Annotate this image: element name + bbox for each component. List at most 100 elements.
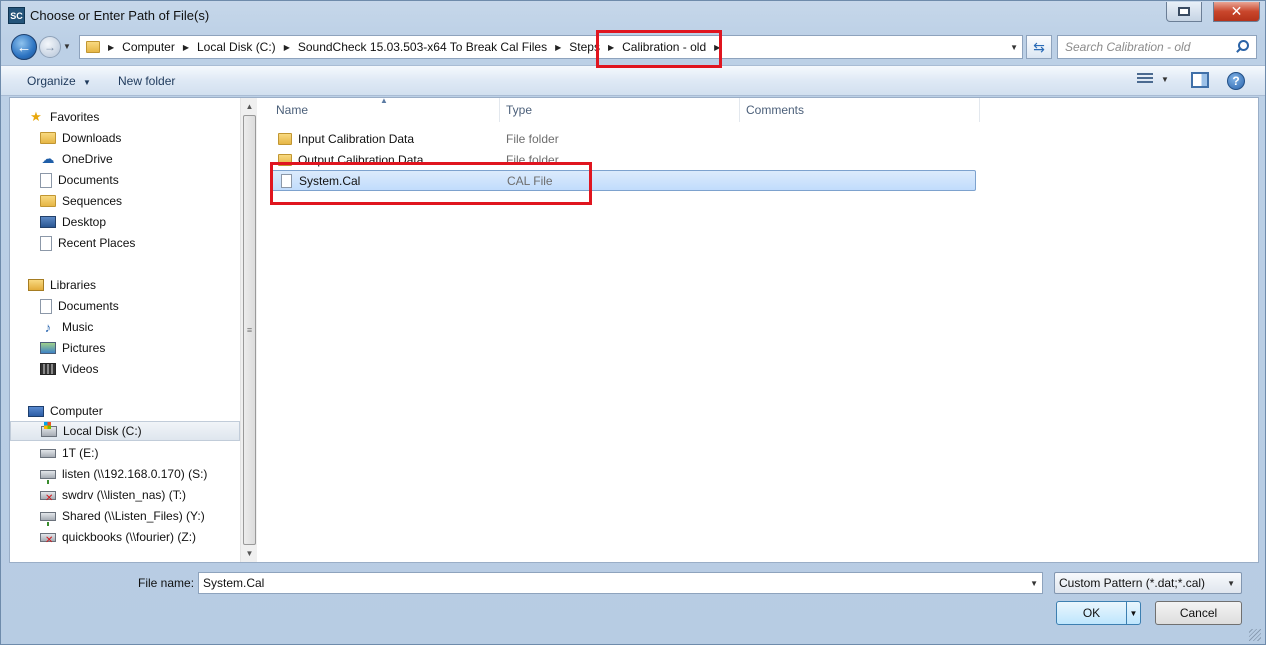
library-icon — [28, 279, 44, 291]
nav-item-desktop[interactable]: Desktop — [10, 212, 240, 232]
address-dropdown-icon[interactable]: ▼ — [1010, 43, 1018, 52]
chevron-right-icon[interactable]: ▶ — [108, 43, 114, 52]
nav-label: Pictures — [62, 341, 106, 355]
file-dialog-window: SC Choose or Enter Path of File(s) ✕ ← →… — [0, 0, 1266, 645]
nav-item-videos[interactable]: Videos — [10, 359, 240, 379]
refresh-icon: ⇆ — [1033, 38, 1045, 55]
window-title: Choose or Enter Path of File(s) — [30, 8, 210, 23]
disconnected-drive-icon — [40, 532, 56, 546]
nav-label: Downloads — [62, 131, 122, 145]
file-row-input-calibration-data[interactable]: Input Calibration Data File folder — [270, 128, 976, 149]
nav-label: Computer — [50, 404, 103, 418]
column-header-name[interactable]: Name ▲ — [260, 96, 500, 122]
document-icon — [40, 298, 52, 314]
recent-places-icon — [40, 235, 52, 251]
recent-locations-button[interactable]: ▼ — [63, 42, 71, 51]
view-options-icon[interactable] — [1137, 73, 1153, 87]
nav-item-lib-documents[interactable]: Documents — [10, 296, 240, 316]
sort-ascending-icon: ▲ — [380, 96, 388, 105]
organize-button[interactable]: Organize ▼ — [27, 74, 91, 88]
close-icon: ✕ — [1230, 3, 1243, 19]
drive-icon — [40, 448, 56, 458]
annotation-highlight-file — [270, 162, 592, 205]
new-folder-button[interactable]: New folder — [118, 74, 175, 88]
column-header-type[interactable]: Type — [500, 98, 740, 122]
nav-libraries[interactable]: Libraries — [10, 275, 240, 295]
organize-label: Organize — [27, 74, 76, 88]
search-icon[interactable] — [1234, 38, 1252, 56]
column-label: Name — [276, 103, 309, 117]
nav-item-documents[interactable]: Documents — [10, 170, 240, 190]
restore-icon — [1178, 7, 1190, 16]
file-name-value: System.Cal — [203, 576, 265, 590]
main-pane: ★ Favorites Downloads ☁ OneDrive Documen… — [9, 96, 1259, 563]
nav-label: Libraries — [50, 278, 97, 292]
chevron-right-icon[interactable]: ▶ — [183, 43, 189, 52]
breadcrumb-local-disk[interactable]: Local Disk (C:) — [197, 40, 276, 54]
forward-button[interactable]: → — [39, 36, 61, 58]
file-name-dropdown-icon[interactable]: ▼ — [1030, 579, 1038, 588]
column-header-comments[interactable]: Comments — [740, 98, 980, 122]
video-icon — [40, 363, 56, 375]
ok-split-dropdown-icon[interactable]: ▼ — [1126, 602, 1140, 624]
scroll-down-icon[interactable]: ▼ — [241, 545, 258, 562]
command-bar: Organize ▼ New folder ▼ ? — [1, 65, 1265, 96]
document-icon — [40, 172, 52, 188]
preview-pane-icon[interactable] — [1191, 72, 1209, 88]
downloads-folder-icon — [40, 132, 56, 144]
nav-item-swdrv-t[interactable]: swdrv (\\listen_nas) (T:) — [10, 485, 240, 505]
refresh-button[interactable]: ⇆ — [1026, 35, 1052, 59]
pictures-icon — [40, 342, 56, 354]
music-icon: ♪ — [44, 319, 52, 335]
nav-item-pictures[interactable]: Pictures — [10, 338, 240, 358]
back-button[interactable]: ← — [11, 34, 37, 60]
folder-icon — [278, 132, 292, 145]
chevron-right-icon[interactable]: ▶ — [555, 43, 561, 52]
breadcrumb-computer[interactable]: Computer — [122, 40, 175, 54]
column-label: Type — [506, 103, 533, 117]
nav-label: Desktop — [62, 215, 107, 229]
nav-item-listen-s[interactable]: listen (\\192.168.0.170) (S:) — [10, 464, 240, 484]
nav-label: Sequences — [62, 194, 123, 208]
nav-label: Favorites — [50, 110, 100, 124]
help-icon[interactable]: ? — [1227, 72, 1245, 90]
filter-value: Custom Pattern (*.dat;*.cal) — [1059, 576, 1206, 590]
search-input[interactable]: Search Calibration - old — [1065, 40, 1234, 54]
nav-label: swdrv (\\listen_nas) (T:) — [62, 488, 187, 502]
restore-button[interactable] — [1166, 2, 1202, 22]
scroll-up-icon[interactable]: ▲ — [241, 98, 258, 115]
nav-item-shared-y[interactable]: Shared (\\Listen_Files) (Y:) — [10, 506, 240, 526]
nav-item-1t-e[interactable]: 1T (E:) — [10, 443, 240, 463]
nav-item-downloads[interactable]: Downloads — [10, 128, 240, 148]
star-icon: ★ — [30, 109, 42, 124]
resize-grip-icon[interactable] — [1249, 629, 1261, 641]
nav-computer[interactable]: Computer — [10, 401, 240, 421]
nav-scrollbar[interactable]: ▲ ≡ ▼ — [240, 98, 257, 562]
cancel-button[interactable]: Cancel — [1155, 601, 1242, 625]
nav-item-onedrive[interactable]: ☁ OneDrive — [10, 149, 240, 169]
scroll-thumb[interactable]: ≡ — [243, 115, 256, 545]
search-box[interactable]: Search Calibration - old — [1057, 35, 1257, 59]
folder-icon — [40, 195, 56, 207]
nav-item-quickbooks-z[interactable]: quickbooks (\\fourier) (Z:) — [10, 527, 240, 547]
nav-item-sequences[interactable]: Sequences — [10, 191, 240, 211]
computer-icon — [28, 405, 44, 417]
chevron-right-icon[interactable]: ▶ — [284, 43, 290, 52]
chevron-down-icon: ▼ — [63, 42, 71, 51]
network-drive-icon — [40, 469, 56, 484]
cloud-icon: ☁ — [41, 151, 55, 166]
folder-icon — [86, 41, 100, 53]
view-dropdown-icon[interactable]: ▼ — [1161, 75, 1169, 84]
nav-favorites[interactable]: ★ Favorites — [10, 107, 240, 127]
ok-button[interactable]: OK ▼ — [1056, 601, 1141, 625]
nav-item-music[interactable]: ♪ Music — [10, 317, 240, 337]
file-type-filter[interactable]: Custom Pattern (*.dat;*.cal) ▼ — [1054, 572, 1242, 594]
address-bar[interactable]: ▶ Computer ▶ Local Disk (C:) ▶ SoundChec… — [79, 35, 1023, 59]
file-name-input[interactable]: System.Cal ▼ — [198, 572, 1043, 594]
nav-item-recent-places[interactable]: Recent Places — [10, 233, 240, 253]
column-label: Comments — [746, 103, 805, 117]
nav-item-local-disk-c[interactable]: Local Disk (C:) — [10, 421, 240, 441]
breadcrumb-soundcheck[interactable]: SoundCheck 15.03.503-x64 To Break Cal Fi… — [298, 40, 547, 54]
close-button[interactable]: ✕ — [1213, 2, 1260, 22]
nav-label: Shared (\\Listen_Files) (Y:) — [62, 509, 205, 523]
